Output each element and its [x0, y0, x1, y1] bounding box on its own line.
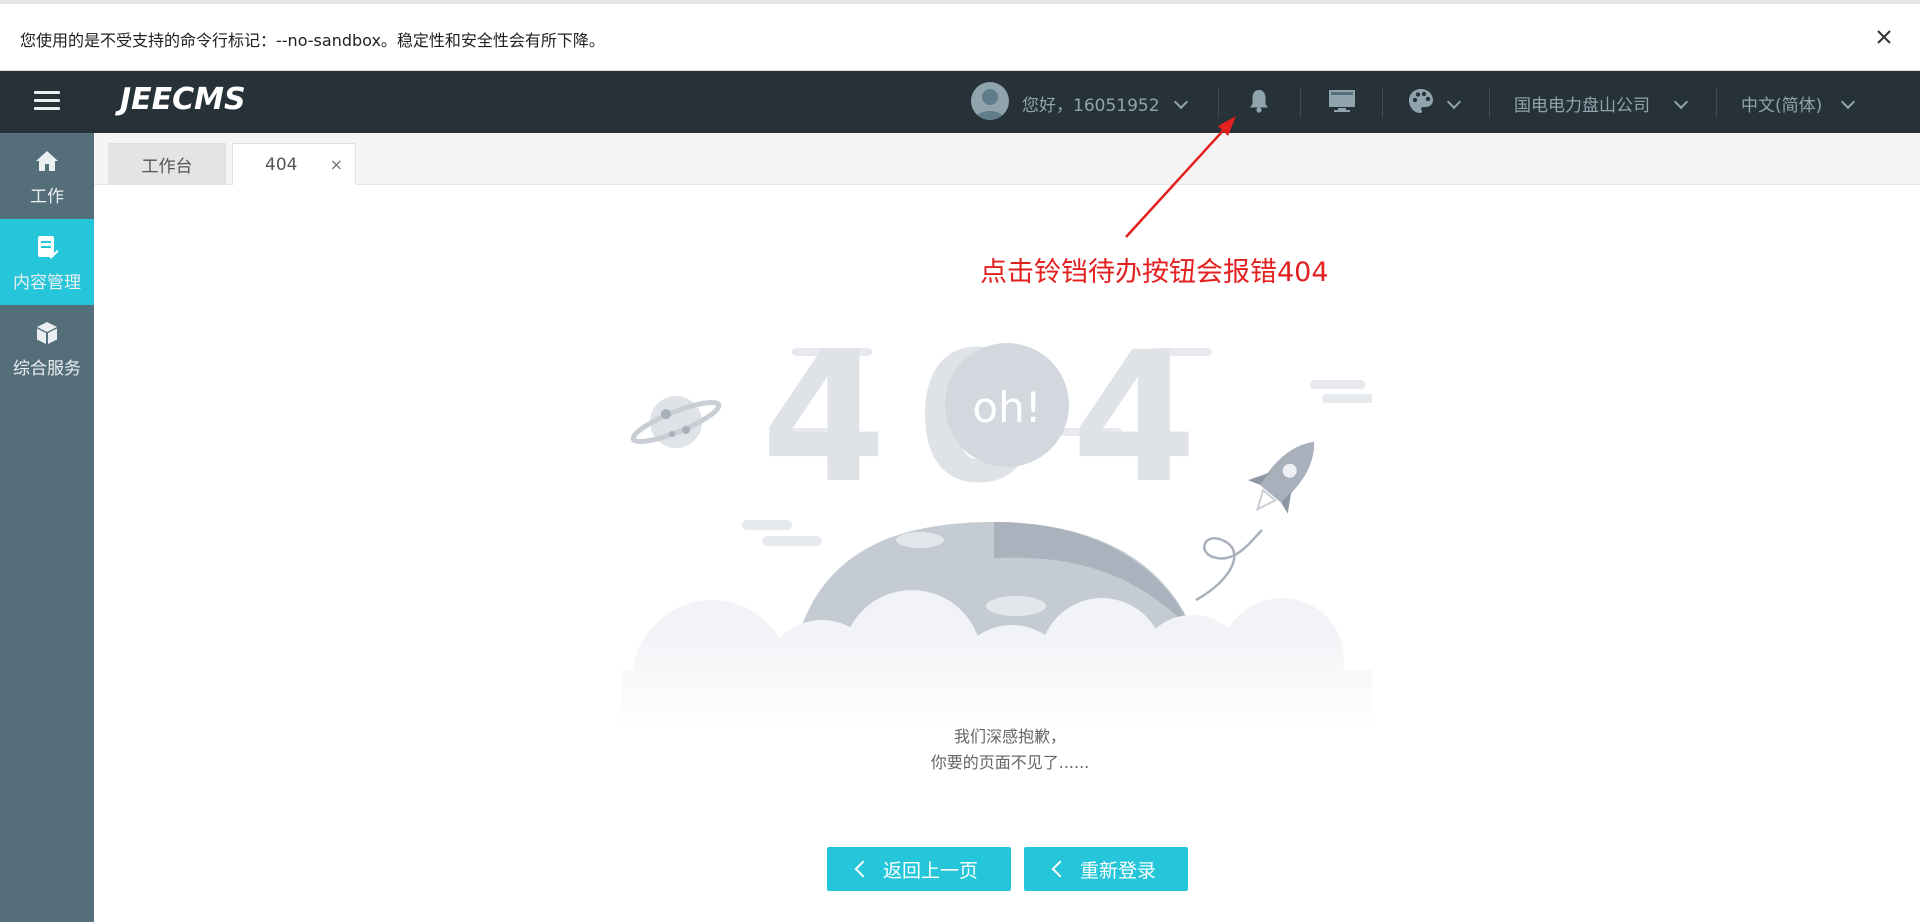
planet-icon [630, 396, 722, 448]
user-icon [975, 89, 1005, 120]
monitor-icon [1329, 90, 1355, 112]
sidebar-item-integrated-services[interactable]: 综合服务 [0, 305, 94, 391]
tab-404[interactable]: 404 × [232, 143, 356, 185]
sidebar-item-label: 工作 [30, 187, 64, 207]
back-button[interactable]: 返回上一页 [827, 847, 1011, 891]
app-logo: JEECMS [120, 82, 246, 117]
sidebar-item-content-management[interactable]: 内容管理 [0, 219, 94, 305]
error-message-line2: 你要的页面不见了...... [930, 753, 1090, 772]
sidebar-item-label: 综合服务 [13, 359, 81, 379]
infobar-message: 您使用的是不受支持的命令行标记：--no-sandbox。稳定性和安全性会有所下… [20, 31, 605, 50]
relogin-button[interactable]: 重新登录 [1024, 847, 1188, 891]
avatar[interactable] [971, 82, 1009, 120]
document-icon [38, 236, 59, 259]
hamburger-line [34, 91, 60, 94]
tab-label: 工作台 [141, 157, 193, 177]
bubble-text: oh! [972, 383, 1041, 432]
rocket-trail [1195, 529, 1263, 602]
tab-workbench[interactable]: 工作台 [108, 143, 226, 185]
company-selector[interactable]: 国电电力盘山公司 [1514, 91, 1650, 116]
divider [1716, 88, 1717, 118]
annotation-text: 点击铃铛待办按钮会报错404 [980, 257, 1329, 288]
tab-label: 404 [265, 154, 298, 175]
chevron-down-icon[interactable] [1446, 94, 1462, 110]
chevron-left-icon [1051, 860, 1069, 878]
app-header: JEECMS 您好，16051952 国电电力盘山公司 中文(简体) [0, 71, 1920, 133]
cube-icon [37, 322, 57, 344]
error-illustration: 404 oh! [622, 330, 1372, 730]
home-icon [36, 151, 58, 171]
divider [1489, 88, 1490, 118]
close-icon [1877, 30, 1891, 44]
tab-close-button[interactable]: × [330, 155, 343, 174]
chevron-left-icon [854, 860, 872, 878]
chevron-down-icon[interactable] [1840, 94, 1856, 110]
theme-button[interactable] [1408, 88, 1434, 118]
tab-bar: 工作台 404 × [94, 133, 1920, 185]
hamburger-line [34, 99, 60, 102]
menu-toggle-button[interactable] [34, 91, 60, 113]
annotation-arrow [1125, 116, 1236, 238]
rocket-icon [1247, 441, 1315, 514]
browser-infobar: 您使用的是不受支持的命令行标记：--no-sandbox。稳定性和安全性会有所下… [0, 0, 1920, 71]
sidebar-item-work[interactable]: 工作 [0, 133, 94, 219]
relogin-button-label: 重新登录 [1080, 859, 1157, 882]
cloud-fade [622, 630, 1372, 730]
chevron-down-icon[interactable] [1673, 94, 1689, 110]
divider [1382, 88, 1383, 118]
sidebar: 工作 内容管理 综合服务 [0, 133, 94, 922]
sidebar-item-label: 内容管理 [13, 273, 81, 293]
divider [1300, 88, 1301, 118]
palette-icon [1409, 89, 1433, 113]
hamburger-line [34, 107, 60, 110]
error-message-line1: 我们深感抱歉， [953, 727, 1066, 746]
back-button-label: 返回上一页 [883, 859, 979, 882]
fullscreen-button[interactable] [1328, 89, 1356, 117]
language-selector[interactable]: 中文(简体) [1741, 91, 1822, 116]
infobar-close-button[interactable] [1870, 23, 1898, 51]
